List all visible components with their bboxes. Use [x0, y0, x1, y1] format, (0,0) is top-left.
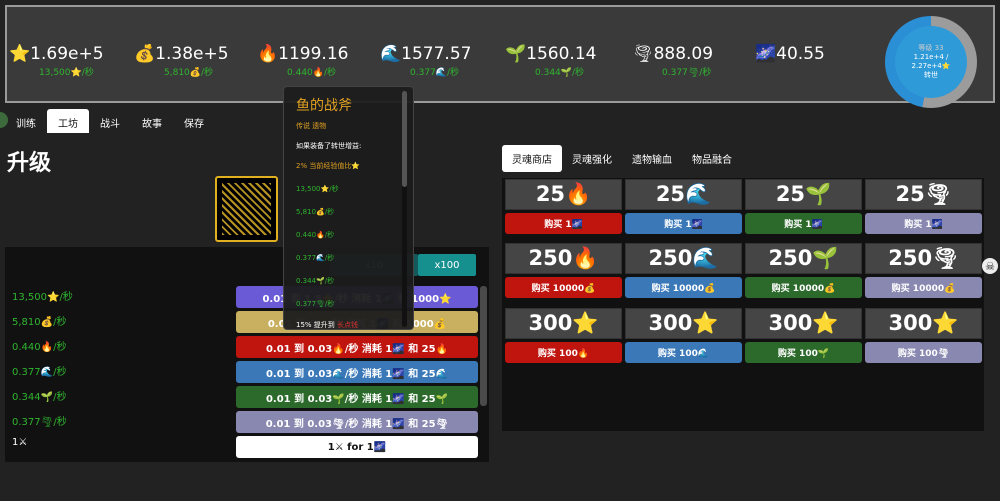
resource-value: 🌪888.09 [632, 44, 714, 64]
resource-rate: 0.344🌱/秒 [535, 68, 585, 78]
shop-buy-button[interactable]: 购买 10000💰 [505, 277, 622, 298]
tooltip-footer: 15% 提升到 长点钱 [296, 320, 401, 330]
tab-soul-enhance[interactable]: 灵魂强化 [562, 145, 622, 172]
tooltip-title: 鱼的战斧 [296, 98, 352, 114]
left-rate-wind: 0.377🌪/秒 [12, 417, 67, 428]
resource-value: 🌌40.55 [755, 44, 825, 64]
shop-buy-button[interactable]: 购买 1🌌 [625, 213, 742, 234]
shop-item-amount: 25🔥 [505, 179, 622, 210]
upgrade-scrollbar[interactable] [480, 286, 487, 406]
shop-buy-button[interactable]: 购买 1🌌 [505, 213, 622, 234]
level-label: 等级 33 [918, 44, 944, 52]
tooltip-rarity: 传说 遗物 [296, 122, 327, 130]
resource-water: 🌊1577.57 0.377🌊/秒 [380, 44, 471, 78]
shop-item-amount: 25🌪 [865, 179, 982, 210]
shop-buy-button[interactable]: 购买 100🌪 [865, 342, 982, 363]
resource-star: ⭐1.69e+5 13,500⭐/秒 [9, 44, 104, 78]
tab-item-fusion[interactable]: 物品融合 [682, 145, 742, 172]
tab-save[interactable]: 保存 [173, 109, 215, 133]
shop-item-amount: 300⭐ [505, 308, 622, 339]
tab-train[interactable]: 训练 [5, 109, 47, 133]
resource-rate: 0.377🌊/秒 [410, 68, 460, 78]
tooltip-rate-star: 13,500⭐/秒 [296, 185, 339, 193]
shop-item-amount: 300⭐ [625, 308, 742, 339]
resource-soul: 🌌40.55 [755, 44, 825, 64]
shop-buy-button[interactable]: 购买 1🌌 [745, 213, 862, 234]
shop-buy-button[interactable]: 购买 10000💰 [625, 277, 742, 298]
resource-fire: 🔥1199.16 0.440🔥/秒 [257, 44, 348, 78]
upgrade-plant-button[interactable]: 0.01 到 0.03🌱/秒 消耗 1🌌 和 25🌱 [236, 386, 478, 408]
soul-shop-grid: 25🔥 购买 1🌌 25🌊 购买 1🌌 25🌱 购买 1🌌 25🌪 购买 1🌌 250🔥 购买 1… [502, 178, 984, 431]
resource-rate: 13,500⭐/秒 [39, 68, 94, 78]
relic-item-slot[interactable] [215, 176, 278, 242]
left-rate-sword: 1⚔ [12, 437, 28, 448]
rebirth-label: 转世 [924, 71, 938, 79]
resource-value: 🌊1577.57 [380, 44, 472, 64]
left-rate-gold: 5,810💰/秒 [12, 317, 67, 328]
shop-buy-button[interactable]: 购买 100🌱 [745, 342, 862, 363]
resource-gold: 💰1.38e+5 5,810💰/秒 [134, 44, 229, 78]
upgrade-fire-button[interactable]: 0.01 到 0.03🔥/秒 消耗 1🌌 和 25🔥 [236, 336, 478, 358]
relic-pattern-icon [222, 183, 271, 235]
shop-buy-button[interactable]: 购买 1🌌 [865, 213, 982, 234]
resource-value: 🌱1560.14 [505, 44, 597, 64]
resource-wind: 🌪888.09 0.377🌪/秒 [632, 44, 713, 78]
resource-value: ⭐1.69e+5 [9, 44, 104, 64]
tooltip-rate-fire: 0.440🔥/秒 [296, 231, 335, 239]
tab-battle[interactable]: 战斗 [89, 109, 131, 133]
tab-story[interactable]: 故事 [131, 109, 173, 133]
upgrade-water-button[interactable]: 0.01 到 0.03🌊/秒 消耗 1🌌 和 25🌊 [236, 361, 478, 383]
relic-tooltip: 鱼的战斧 传说 遗物 如果装备了转世增益: 2% 当前经验值比⭐ 13,500⭐… [283, 86, 414, 330]
tooltip-footer-text: 15% 提升到 [296, 321, 338, 329]
tab-workshop[interactable]: 工坊 [47, 109, 89, 133]
tooltip-rate-gold: 5,810💰/秒 [296, 208, 335, 216]
tooltip-bonus: 2% 当前经验值比⭐ [296, 162, 361, 170]
tooltip-rate-wind: 0.377🌪/秒 [296, 300, 335, 308]
shop-item-amount: 300⭐ [865, 308, 982, 339]
resource-rate: 5,810💰/秒 [164, 68, 214, 78]
left-rate-plant: 0.344🌱/秒 [12, 392, 67, 403]
resource-bar: ⭐1.69e+5 13,500⭐/秒 💰1.38e+5 5,810💰/秒 🔥11… [5, 5, 995, 108]
resource-rate: 0.440🔥/秒 [287, 68, 337, 78]
shop-buy-button[interactable]: 购买 100🔥 [505, 342, 622, 363]
tooltip-condition: 如果装备了转世增益: [296, 142, 362, 150]
level-progress-ring[interactable]: 等级 33 1.21e+4 / 2.27e+4⭐ 转世 [885, 16, 977, 108]
tooltip-scroll-thumb[interactable] [402, 91, 407, 187]
tooltip-scrollbar[interactable] [402, 91, 407, 327]
shop-item-amount: 300⭐ [745, 308, 862, 339]
tab-soul-shop[interactable]: 灵魂商店 [502, 145, 562, 172]
tab-relic-transfusion[interactable]: 遗物输血 [622, 145, 682, 172]
shop-tabs: 灵魂商店 灵魂强化 遗物输血 物品融合 [502, 145, 742, 172]
tooltip-footer-highlight: 长点钱 [337, 321, 359, 329]
left-rate-fire: 0.440🔥/秒 [12, 342, 67, 353]
resource-value: 💰1.38e+5 [134, 44, 229, 64]
level-info: 等级 33 1.21e+4 / 2.27e+4⭐ 转世 [895, 26, 967, 98]
shop-item-amount: 250🔥 [505, 243, 622, 274]
resource-plant: 🌱1560.14 0.344🌱/秒 [505, 44, 596, 78]
left-rate-water: 0.377🌊/秒 [12, 367, 67, 378]
shop-item-amount: 250🌪 [865, 243, 982, 274]
resource-value: 🔥1199.16 [257, 44, 349, 64]
left-rate-star: 13,500⭐/秒 [12, 292, 73, 303]
shop-buy-button[interactable]: 购买 100🌊 [625, 342, 742, 363]
tooltip-rate-plant: 0.344🌱/秒 [296, 277, 335, 285]
shop-item-amount: 25🌊 [625, 179, 742, 210]
upgrade-sword-button[interactable]: 1⚔ for 1🌌 [236, 436, 478, 458]
upgrade-wind-button[interactable]: 0.01 到 0.03🌪/秒 消耗 1🌌 和 25🌪 [236, 411, 478, 433]
resource-rate: 0.377🌪/秒 [662, 68, 712, 78]
main-nav: 训练 工坊 战斗 故事 保存 [5, 109, 215, 133]
shop-buy-button[interactable]: 购买 10000💰 [745, 277, 862, 298]
skull-icon[interactable]: ☠ [982, 258, 998, 274]
shop-item-amount: 250🌱 [745, 243, 862, 274]
level-progress-text: 1.21e+4 / 2.27e+4⭐ [911, 53, 951, 70]
shop-item-amount: 25🌱 [745, 179, 862, 210]
shop-buy-button[interactable]: 购买 10000💰 [865, 277, 982, 298]
tooltip-rate-water: 0.377🌊/秒 [296, 254, 335, 262]
multiplier-x100-button[interactable]: x100 [418, 254, 476, 276]
page-title: 升级 [7, 151, 52, 176]
shop-item-amount: 250🌊 [625, 243, 742, 274]
